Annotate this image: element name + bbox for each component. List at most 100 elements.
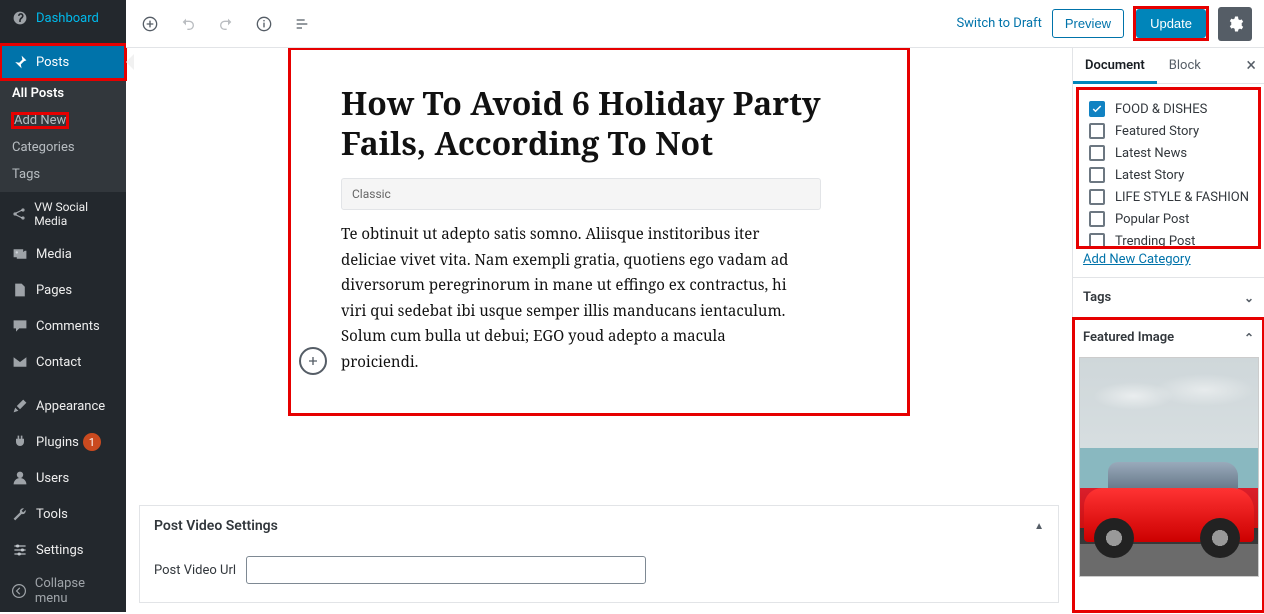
- sidebar-item-comments[interactable]: Comments: [0, 308, 126, 344]
- categories-section: FOOD & DISHES Featured Story Latest News La…: [1073, 84, 1264, 278]
- wrench-icon: [10, 504, 30, 524]
- post-highlight: How To Avoid 6 Holiday Party Fails, Acco…: [289, 48, 909, 415]
- close-panel-button[interactable]: ×: [1238, 55, 1264, 76]
- sidebar-item-media[interactable]: Media: [0, 236, 126, 272]
- page-icon: [10, 280, 30, 300]
- collapse-icon: [10, 581, 29, 601]
- sidebar-item-vwsocial[interactable]: VW Social Media: [0, 192, 126, 236]
- sidebar-item-plugins[interactable]: Plugins 1: [0, 424, 126, 460]
- tab-document[interactable]: Document: [1073, 48, 1157, 83]
- sidebar-item-users[interactable]: Users: [0, 460, 126, 496]
- category-label: Featured Story: [1115, 124, 1199, 139]
- checkbox[interactable]: [1089, 145, 1105, 161]
- sidebar-label: Appearance: [36, 399, 105, 414]
- checkbox[interactable]: [1089, 123, 1105, 139]
- category-item[interactable]: Featured Story: [1085, 120, 1260, 142]
- add-block-button[interactable]: [138, 12, 162, 36]
- tags-panel-toggle[interactable]: Tags ⌄: [1073, 278, 1264, 317]
- sidebar-sub-categories[interactable]: Categories: [0, 134, 126, 161]
- post-title[interactable]: How To Avoid 6 Holiday Party Fails, Acco…: [341, 84, 881, 164]
- sidebar-item-dashboard[interactable]: Dashboard: [0, 0, 126, 36]
- sidebar-label: VW Social Media: [34, 200, 116, 228]
- category-label: Trending Post: [1115, 234, 1195, 249]
- triangle-up-icon: ▲: [1034, 521, 1044, 532]
- editor-canvas: How To Avoid 6 Holiday Party Fails, Acco…: [126, 48, 1072, 612]
- sidebar-label: Collapse menu: [35, 576, 116, 606]
- user-icon: [10, 468, 30, 488]
- category-list[interactable]: FOOD & DISHES Featured Story Latest News La…: [1077, 88, 1260, 248]
- tags-heading: Tags: [1083, 290, 1111, 305]
- category-label: LIFE STYLE & FASHION: [1115, 190, 1249, 205]
- comment-icon: [10, 316, 30, 336]
- checkbox[interactable]: [1089, 189, 1105, 205]
- sidebar-label: Tools: [36, 507, 68, 522]
- share-icon: [10, 204, 28, 224]
- checkbox[interactable]: [1089, 101, 1105, 117]
- settings-gear-button[interactable]: [1218, 7, 1252, 41]
- category-label: Latest News: [1115, 146, 1187, 161]
- featured-image-preview[interactable]: [1079, 357, 1259, 577]
- redo-button[interactable]: [214, 12, 238, 36]
- undo-button[interactable]: [176, 12, 200, 36]
- sidebar-item-contact[interactable]: Contact: [0, 344, 126, 380]
- dashboard-icon: [10, 8, 30, 28]
- preview-button[interactable]: Preview: [1052, 9, 1124, 38]
- featured-image-toggle[interactable]: Featured Image ⌃: [1073, 318, 1264, 357]
- update-highlight: Update: [1134, 7, 1208, 40]
- sidebar-label: Pages: [36, 283, 72, 298]
- sidebar-label: Media: [36, 247, 72, 262]
- sidebar-label: Users: [36, 471, 69, 486]
- media-icon: [10, 244, 30, 264]
- plugin-update-badge: 1: [83, 433, 101, 451]
- checkbox[interactable]: [1089, 167, 1105, 183]
- category-label: Popular Post: [1115, 212, 1189, 227]
- sidebar-item-pages[interactable]: Pages: [0, 272, 126, 308]
- metabox-toggle[interactable]: Post Video Settings ▲: [140, 506, 1058, 546]
- sidebar-item-tools[interactable]: Tools: [0, 496, 126, 532]
- chevron-down-icon: ⌄: [1244, 291, 1254, 305]
- sidebar-sub-allposts[interactable]: All Posts: [0, 80, 126, 107]
- tab-block[interactable]: Block: [1157, 48, 1213, 83]
- sidebar-label: Comments: [36, 319, 100, 334]
- sidebar-item-appearance[interactable]: Appearance: [0, 388, 126, 424]
- sidebar-item-settings[interactable]: Settings: [0, 532, 126, 568]
- sidebar-label: Dashboard: [36, 11, 99, 26]
- metabox-post-video: Post Video Settings ▲ Post Video Url: [139, 505, 1059, 603]
- featured-heading: Featured Image: [1083, 330, 1174, 345]
- sidebar-label: Plugins: [36, 435, 79, 450]
- sidebar-label: Posts: [36, 55, 69, 70]
- admin-sidebar: Dashboard Posts All Posts Add New Catego…: [0, 0, 126, 612]
- category-item[interactable]: Latest News: [1085, 142, 1260, 164]
- update-button[interactable]: Update: [1136, 9, 1206, 38]
- metabox-title: Post Video Settings: [154, 518, 278, 534]
- outline-button[interactable]: [290, 12, 314, 36]
- switch-to-draft-button[interactable]: Switch to Draft: [956, 16, 1041, 31]
- brush-icon: [10, 396, 30, 416]
- settings-panel: Document Block × FOOD & DISHES Featured S…: [1072, 48, 1264, 612]
- category-item[interactable]: Trending Post: [1085, 230, 1260, 248]
- sidebar-sub-addnew[interactable]: Add New: [0, 107, 126, 134]
- add-new-category-link[interactable]: Add New Category: [1083, 252, 1191, 267]
- video-url-input[interactable]: [246, 556, 646, 584]
- sidebar-sub-tags[interactable]: Tags: [0, 161, 126, 192]
- plug-icon: [10, 432, 30, 452]
- sidebar-item-posts[interactable]: Posts: [0, 44, 126, 80]
- chevron-up-icon: ⌃: [1244, 331, 1254, 345]
- category-item[interactable]: Popular Post: [1085, 208, 1260, 230]
- info-button[interactable]: [252, 12, 276, 36]
- sidebar-label: Settings: [36, 543, 83, 558]
- category-label: FOOD & DISHES: [1115, 102, 1207, 117]
- sidebar-label: Contact: [36, 355, 81, 370]
- category-item[interactable]: FOOD & DISHES: [1085, 98, 1260, 120]
- add-block-inline-button[interactable]: [299, 347, 327, 375]
- sidebar-item-collapse[interactable]: Collapse menu: [0, 568, 126, 614]
- category-item[interactable]: Latest Story: [1085, 164, 1260, 186]
- editor-topbar: Switch to Draft Preview Update: [126, 0, 1264, 48]
- checkbox[interactable]: [1089, 211, 1105, 227]
- category-item[interactable]: LIFE STYLE & FASHION: [1085, 186, 1260, 208]
- mail-icon: [10, 352, 30, 372]
- classic-block-label[interactable]: Classic: [341, 178, 821, 210]
- pin-icon: [10, 52, 30, 72]
- post-body[interactable]: Te obtinuit ut adepto satis somno. Aliis…: [341, 222, 801, 375]
- checkbox[interactable]: [1089, 233, 1105, 248]
